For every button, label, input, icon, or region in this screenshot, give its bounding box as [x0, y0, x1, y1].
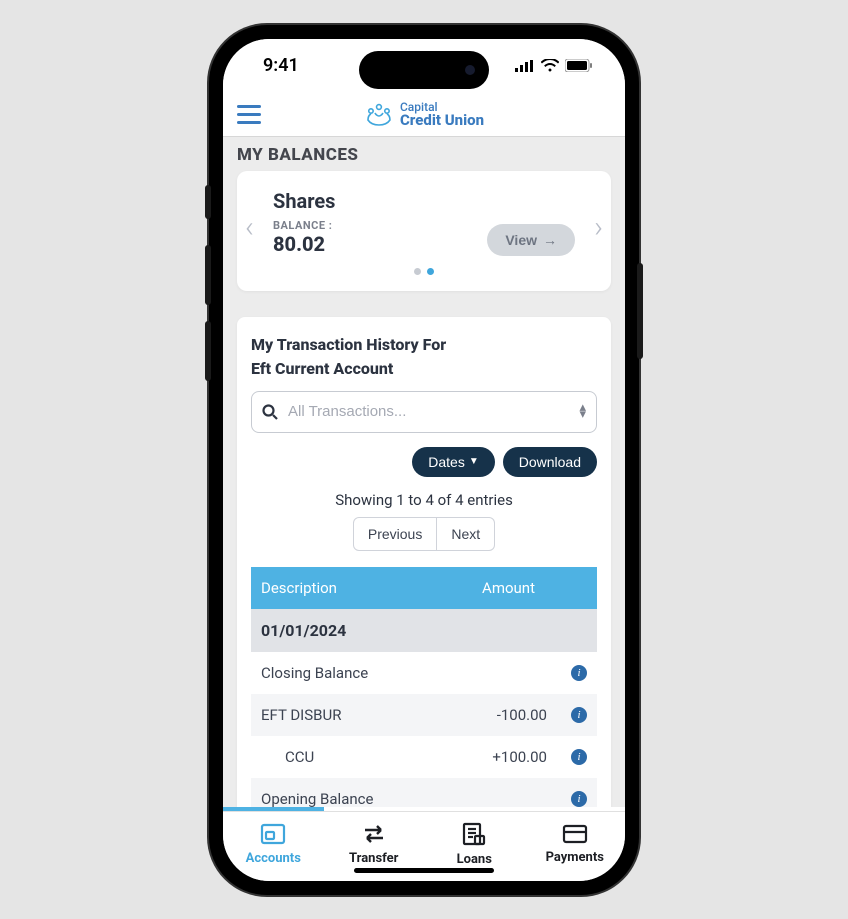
transactions-card: My Transaction History For Eft Current A… [237, 317, 611, 807]
view-button-label: View [505, 232, 537, 248]
row-desc: CCU [261, 748, 433, 766]
logo-icon [364, 100, 394, 128]
row-amt: -100.00 [423, 706, 587, 724]
balance-next-button[interactable]: › [594, 210, 603, 245]
tab-label: Loans [457, 852, 492, 867]
transaction-search[interactable]: ▴▾ [251, 391, 597, 433]
search-input[interactable] [288, 403, 579, 420]
pager-top: Previous Next [251, 517, 597, 551]
header-description: Description [261, 579, 416, 597]
balance-card: ‹ › Shares BALANCE : 80.02 View → [237, 171, 611, 291]
date-group-row: 01/01/2024 [251, 609, 597, 652]
menu-button[interactable] [237, 105, 261, 124]
tab-payments[interactable]: Payments [525, 812, 626, 881]
info-icon[interactable]: i [571, 707, 587, 723]
status-icons [515, 59, 593, 72]
row-desc: Closing Balance [261, 664, 423, 682]
chevron-down-icon: ▼ [469, 456, 479, 467]
tab-label: Payments [546, 850, 604, 865]
tx-title-line1: My Transaction History For [251, 333, 597, 357]
status-time: 9:41 [263, 55, 299, 76]
info-icon[interactable]: i [571, 791, 587, 807]
dates-button[interactable]: Dates ▼ [412, 447, 494, 477]
info-icon[interactable]: i [571, 665, 587, 681]
table-row: Closing Balance i [251, 652, 597, 694]
phone-frame: 9:41 Capital Credit Union [209, 25, 639, 895]
row-desc: Opening Balance [261, 790, 423, 807]
accounts-icon [260, 823, 286, 845]
next-button[interactable]: Next [437, 517, 495, 551]
dates-button-label: Dates [428, 454, 465, 470]
tab-label: Accounts [246, 851, 301, 866]
carousel-dot[interactable] [414, 268, 421, 275]
table-row: CCU +100.00 i [251, 736, 597, 778]
search-icon [262, 404, 278, 420]
view-button[interactable]: View → [487, 224, 575, 256]
balances-title: MY BALANCES [223, 137, 625, 171]
balance-label: BALANCE : [273, 219, 332, 232]
cellular-icon [515, 60, 535, 72]
download-button[interactable]: Download [503, 447, 597, 477]
entries-summary-top: Showing 1 to 4 of 4 entries [251, 491, 597, 509]
table-row: EFT DISBUR -100.00 i [251, 694, 597, 736]
download-button-label: Download [519, 454, 581, 470]
side-button [205, 245, 211, 305]
sort-icon[interactable]: ▴▾ [579, 405, 586, 418]
screen: 9:41 Capital Credit Union [223, 39, 625, 881]
content-scroll[interactable]: MY BALANCES ‹ › Shares BALANCE : 80.02 V… [223, 137, 625, 807]
tab-label: Transfer [349, 851, 398, 866]
transactions-table: Description Amount 01/01/2024 Closing Ba… [251, 567, 597, 807]
brand-line2: Credit Union [400, 113, 484, 128]
dynamic-island [359, 51, 489, 89]
home-indicator [354, 868, 494, 873]
tx-title-line2: Eft Current Account [251, 357, 597, 381]
app-header: Capital Credit Union [223, 93, 625, 137]
payments-icon [562, 824, 588, 844]
table-row: Opening Balance i [251, 778, 597, 807]
account-name: Shares [273, 189, 575, 213]
side-button [205, 185, 211, 219]
info-icon[interactable]: i [571, 749, 587, 765]
arrow-right-icon: → [543, 232, 557, 248]
row-amt: +100.00 [433, 748, 587, 766]
loans-icon [461, 822, 487, 846]
transfer-icon [361, 823, 387, 845]
table-header: Description Amount [251, 567, 597, 609]
row-desc: EFT DISBUR [261, 706, 423, 724]
battery-icon [565, 59, 593, 72]
tab-accounts[interactable]: Accounts [223, 812, 324, 881]
balance-amount: 80.02 [273, 232, 332, 256]
balance-prev-button[interactable]: ‹ [245, 210, 254, 245]
wifi-icon [541, 59, 559, 72]
carousel-dots [273, 268, 575, 275]
brand-logo: Capital Credit Union [364, 100, 484, 128]
header-amount: Amount [416, 579, 587, 597]
carousel-dot[interactable] [427, 268, 434, 275]
side-button [637, 263, 643, 359]
prev-button[interactable]: Previous [353, 517, 437, 551]
side-button [205, 321, 211, 381]
